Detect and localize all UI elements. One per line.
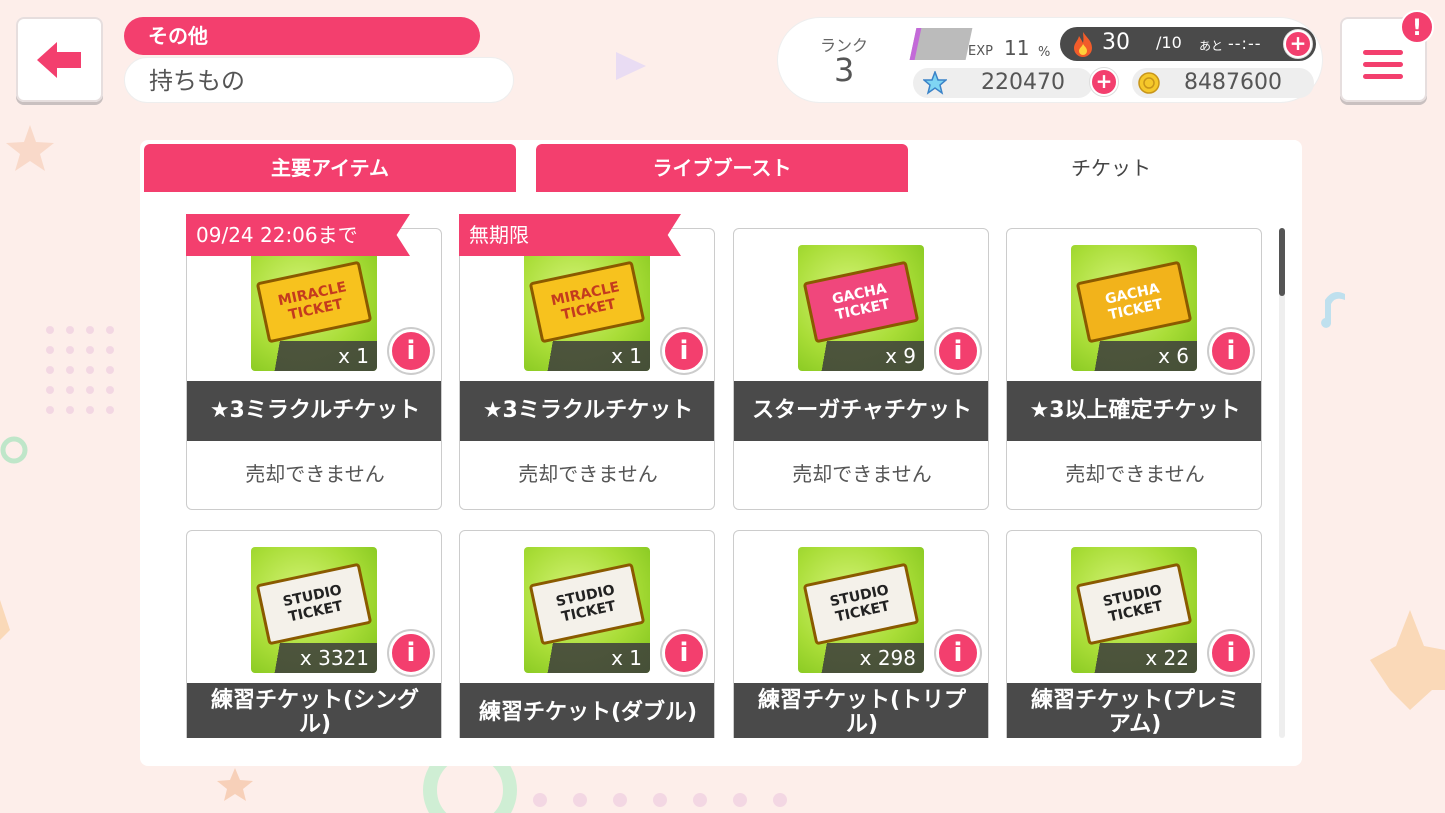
ticket-icon: MIRACLE TICKET x 1 xyxy=(251,245,377,371)
flame-icon xyxy=(1074,32,1092,57)
item-card[interactable]: GACHA TICKET x 9 i スターガチャチケット 売却できません xyxy=(733,228,989,510)
live-points-box: 30 /10 あと --:-- xyxy=(1060,27,1316,61)
sell-status: 売却できません xyxy=(245,462,385,486)
page-title: 持ちもの xyxy=(124,57,514,103)
item-count: x 1 xyxy=(611,344,642,368)
tab-main-items[interactable]: 主要アイテム xyxy=(144,144,516,192)
item-count: x 298 xyxy=(859,646,916,670)
exp-label: EXP xyxy=(968,44,993,59)
ticket-icon: STUDIO TICKET x 22 xyxy=(1071,547,1197,673)
sell-status: 売却できません xyxy=(792,462,932,486)
ticket-artwork: GACHA TICKET xyxy=(802,260,920,344)
item-card[interactable]: MIRACLE TICKET x 1 i ★3ミラクルチケット 売却できません xyxy=(186,228,442,510)
item-name: 練習チケット(プレミアム) xyxy=(1030,688,1240,737)
item-name: ★3以上確定チケット xyxy=(1029,398,1241,423)
item-grid: MIRACLE TICKET x 1 i ★3ミラクルチケット 売却できません 09/24 … xyxy=(186,214,1266,738)
remaining-label: あと xyxy=(1199,39,1224,53)
item-name-bar: 練習チケット(プレミアム) xyxy=(1007,683,1261,738)
scrollbar-track[interactable] xyxy=(1279,228,1285,738)
item-name: 練習チケット(シングル) xyxy=(210,688,420,737)
ticket-icon: STUDIO TICKET x 1 xyxy=(524,547,650,673)
exp-bar xyxy=(909,28,973,60)
ticket-artwork: STUDIO TICKET xyxy=(802,562,920,646)
ticket-artwork: GACHA TICKET xyxy=(1075,260,1193,344)
add-live-points-button[interactable]: + xyxy=(1284,30,1312,58)
item-card[interactable]: MIRACLE TICKET x 1 i ★3ミラクルチケット 売却できません xyxy=(459,228,715,510)
star-gem-count: 220470 xyxy=(981,70,1065,95)
item-name-bar: ★3ミラクルチケット xyxy=(187,381,441,441)
arrow-left-icon xyxy=(36,41,81,78)
item-name: 練習チケット(トリプル) xyxy=(757,688,967,737)
ticket-icon: MIRACLE TICKET x 1 xyxy=(524,245,650,371)
info-button[interactable]: i xyxy=(662,329,706,373)
item-count: x 3321 xyxy=(299,646,369,670)
plus-icon: + xyxy=(1095,69,1113,93)
coin-display: 8487600 xyxy=(1132,68,1314,98)
ticket-artwork: STUDIO TICKET xyxy=(528,562,646,646)
tab-live-boost[interactable]: ライブブースト xyxy=(536,144,908,192)
item-card[interactable]: GACHA TICKET x 6 i ★3以上確定チケット 売却できません xyxy=(1006,228,1262,510)
info-button[interactable]: i xyxy=(936,329,980,373)
info-button[interactable]: i xyxy=(1209,329,1253,373)
info-button[interactable]: i xyxy=(389,631,433,675)
ticket-artwork: MIRACLE TICKET xyxy=(255,260,373,344)
item-name-bar: 練習チケット(トリプル) xyxy=(734,683,988,738)
exp-value: 11 xyxy=(1004,36,1030,60)
item-name-bar: ★3以上確定チケット xyxy=(1007,381,1261,441)
page-header: その他 持ちもの xyxy=(122,17,514,103)
back-button[interactable] xyxy=(16,17,103,102)
item-name-bar: ★3ミラクルチケット xyxy=(460,381,714,441)
expiry-ribbon: 09/24 22:06まで xyxy=(186,214,410,256)
player-status-panel: ランク 3 EXP 11 % 30 /10 あと --:-- + 220470 … xyxy=(777,17,1323,103)
ticket-icon: GACHA TICKET x 9 xyxy=(798,245,924,371)
sell-status: 売却できません xyxy=(518,462,658,486)
coin-icon xyxy=(1138,72,1160,94)
add-star-gems-button[interactable]: + xyxy=(1090,68,1118,96)
coin-count: 8487600 xyxy=(1184,70,1282,95)
exp-unit: % xyxy=(1038,45,1051,60)
plus-icon: + xyxy=(1289,31,1307,55)
notification-badge: ! xyxy=(1400,10,1434,44)
item-card[interactable]: STUDIO TICKET x 22 i 練習チケット(プレミアム) xyxy=(1006,530,1262,738)
item-count: x 9 xyxy=(885,344,916,368)
item-name: ★3ミラクルチケット xyxy=(482,398,694,423)
live-points-max: /10 xyxy=(1156,33,1182,52)
ticket-artwork: STUDIO TICKET xyxy=(1075,562,1193,646)
tab-tickets[interactable]: チケット xyxy=(922,140,1300,192)
expiry-ribbon: 無期限 xyxy=(459,214,681,256)
item-count: x 22 xyxy=(1145,646,1189,670)
star-gem-icon xyxy=(923,71,947,95)
remaining-time: --:-- xyxy=(1228,34,1262,53)
star-gem-display: 220470 xyxy=(913,68,1093,98)
item-card[interactable]: STUDIO TICKET x 3321 i 練習チケット(シングル) xyxy=(186,530,442,738)
sell-status: 売却できません xyxy=(1065,462,1205,486)
info-button[interactable]: i xyxy=(1209,631,1253,675)
item-card[interactable]: STUDIO TICKET x 1 i 練習チケット(ダブル) xyxy=(459,530,715,738)
item-name: ★3ミラクルチケット xyxy=(209,398,421,423)
ticket-artwork: MIRACLE TICKET xyxy=(528,260,646,344)
info-button[interactable]: i xyxy=(662,631,706,675)
item-name-bar: スターガチャチケット xyxy=(734,381,988,441)
page-category: その他 xyxy=(124,17,480,55)
item-count: x 6 xyxy=(1158,344,1189,368)
ticket-icon: GACHA TICKET x 6 xyxy=(1071,245,1197,371)
item-count: x 1 xyxy=(611,646,642,670)
ticket-icon: STUDIO TICKET x 298 xyxy=(798,547,924,673)
item-name: スターガチャチケット xyxy=(752,398,972,423)
item-count: x 1 xyxy=(338,344,369,368)
rank-value: 3 xyxy=(834,51,855,89)
item-name-bar: 練習チケット(シングル) xyxy=(187,683,441,738)
item-card[interactable]: STUDIO TICKET x 298 i 練習チケット(トリプル) xyxy=(733,530,989,738)
info-button[interactable]: i xyxy=(936,631,980,675)
scrollbar-thumb[interactable] xyxy=(1279,228,1285,296)
ticket-icon: STUDIO TICKET x 3321 xyxy=(251,547,377,673)
info-button[interactable]: i xyxy=(389,329,433,373)
live-points-value: 30 xyxy=(1102,30,1130,55)
item-name-bar: 練習チケット(ダブル) xyxy=(460,683,714,738)
ticket-artwork: STUDIO TICKET xyxy=(255,562,373,646)
item-name: 練習チケット(ダブル) xyxy=(478,700,698,725)
